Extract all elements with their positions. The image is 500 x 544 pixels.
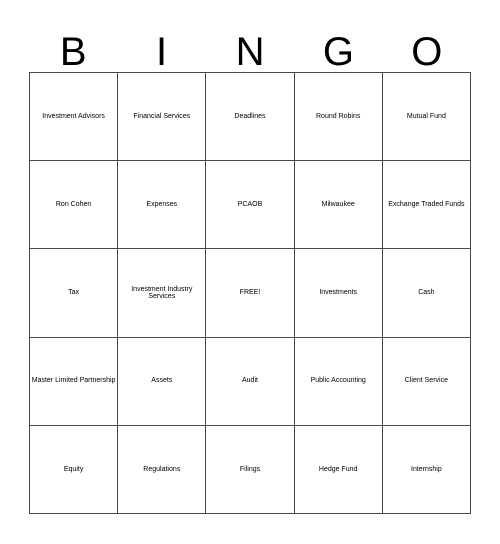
- header-letter-n: N: [235, 30, 265, 74]
- bingo-cell-g1[interactable]: Round Robins: [294, 73, 383, 162]
- bingo-cell-i5[interactable]: Regulations: [118, 425, 207, 514]
- bingo-cell-b1[interactable]: Investment Advisors: [30, 73, 119, 162]
- bingo-cell-o1[interactable]: Mutual Fund: [382, 73, 471, 162]
- bingo-cell-label: Equity: [63, 465, 84, 473]
- bingo-cell-label: Public Accounting: [310, 377, 366, 385]
- bingo-cell-label: Round Robins: [316, 112, 361, 120]
- bingo-cell-b2[interactable]: Ron Cohen: [30, 161, 119, 250]
- bingo-cell-label: Regulations: [143, 465, 181, 473]
- bingo-cell-i2[interactable]: Expenses: [118, 161, 207, 250]
- bingo-cell-label: Investment Advisors: [42, 112, 105, 120]
- bingo-cell-g2[interactable]: Milwaukee: [294, 161, 383, 250]
- bingo-cell-label: Ron Cohen: [55, 201, 92, 209]
- bingo-card: B I N G O Investment Advisors Financial …: [0, 0, 500, 544]
- bingo-cell-label: Cash: [418, 289, 435, 297]
- bingo-cell-g3[interactable]: Investments: [294, 249, 383, 338]
- bingo-cell-o2[interactable]: Exchange Traded Funds: [382, 161, 471, 250]
- bingo-grid: Investment Advisors Financial Services D…: [29, 72, 471, 514]
- bingo-cell-o3[interactable]: Cash: [382, 249, 471, 338]
- bingo-cell-label: Master Limited Partnership: [31, 377, 116, 385]
- bingo-cell-label: Filings: [239, 465, 261, 473]
- header-letter-o: O: [411, 30, 443, 74]
- header-letter-g: G: [322, 30, 354, 74]
- bingo-cell-g4[interactable]: Public Accounting: [294, 337, 383, 426]
- bingo-cell-label: Milwaukee: [321, 201, 355, 209]
- free-space-label: FREE!: [239, 289, 261, 297]
- bingo-cell-label: Deadlines: [234, 112, 266, 120]
- bingo-cell-n4[interactable]: Audit: [206, 337, 295, 426]
- bingo-cell-b5[interactable]: Equity: [30, 425, 119, 514]
- bingo-cell-label: Investment Industry Services: [131, 285, 193, 300]
- bingo-cell-i3[interactable]: Investment Industry Services: [118, 249, 207, 338]
- bingo-cell-label: Tax: [68, 289, 80, 297]
- header-letter-b: B: [59, 30, 87, 74]
- bingo-cell-b3[interactable]: Tax: [30, 249, 119, 338]
- bingo-cell-n1[interactable]: Deadlines: [206, 73, 295, 162]
- bingo-cell-i4[interactable]: Assets: [118, 337, 207, 426]
- bingo-cell-label: Client Service: [404, 377, 448, 385]
- bingo-cell-n2[interactable]: PCAOB: [206, 161, 295, 250]
- bingo-cell-o4[interactable]: Client Service: [382, 337, 471, 426]
- bingo-cell-free-space[interactable]: FREE!: [206, 249, 295, 338]
- header-letter-i: I: [156, 30, 168, 74]
- bingo-cell-label: PCAOB: [237, 201, 263, 209]
- bingo-cell-b4[interactable]: Master Limited Partnership: [30, 337, 119, 426]
- bingo-cell-o5[interactable]: Internship: [382, 425, 471, 514]
- bingo-cell-label: Assets: [151, 377, 173, 385]
- bingo-cell-label: Exchange Traded Funds: [388, 201, 465, 209]
- bingo-cell-n5[interactable]: Filings: [206, 425, 295, 514]
- bingo-cell-label: Hedge Fund: [318, 465, 358, 473]
- bingo-cell-label: Mutual Fund: [406, 112, 446, 120]
- bingo-cell-label: Audit: [242, 377, 258, 385]
- bingo-cell-label: Internship: [411, 465, 442, 473]
- bingo-cell-g5[interactable]: Hedge Fund: [294, 425, 383, 514]
- bingo-cell-label: Investments: [319, 289, 358, 297]
- bingo-cell-label: Financial Services: [133, 112, 191, 120]
- bingo-cell-label: Expenses: [146, 201, 178, 209]
- bingo-header-row: B I N G O: [29, 18, 471, 72]
- bingo-cell-i1[interactable]: Financial Services: [118, 73, 207, 162]
